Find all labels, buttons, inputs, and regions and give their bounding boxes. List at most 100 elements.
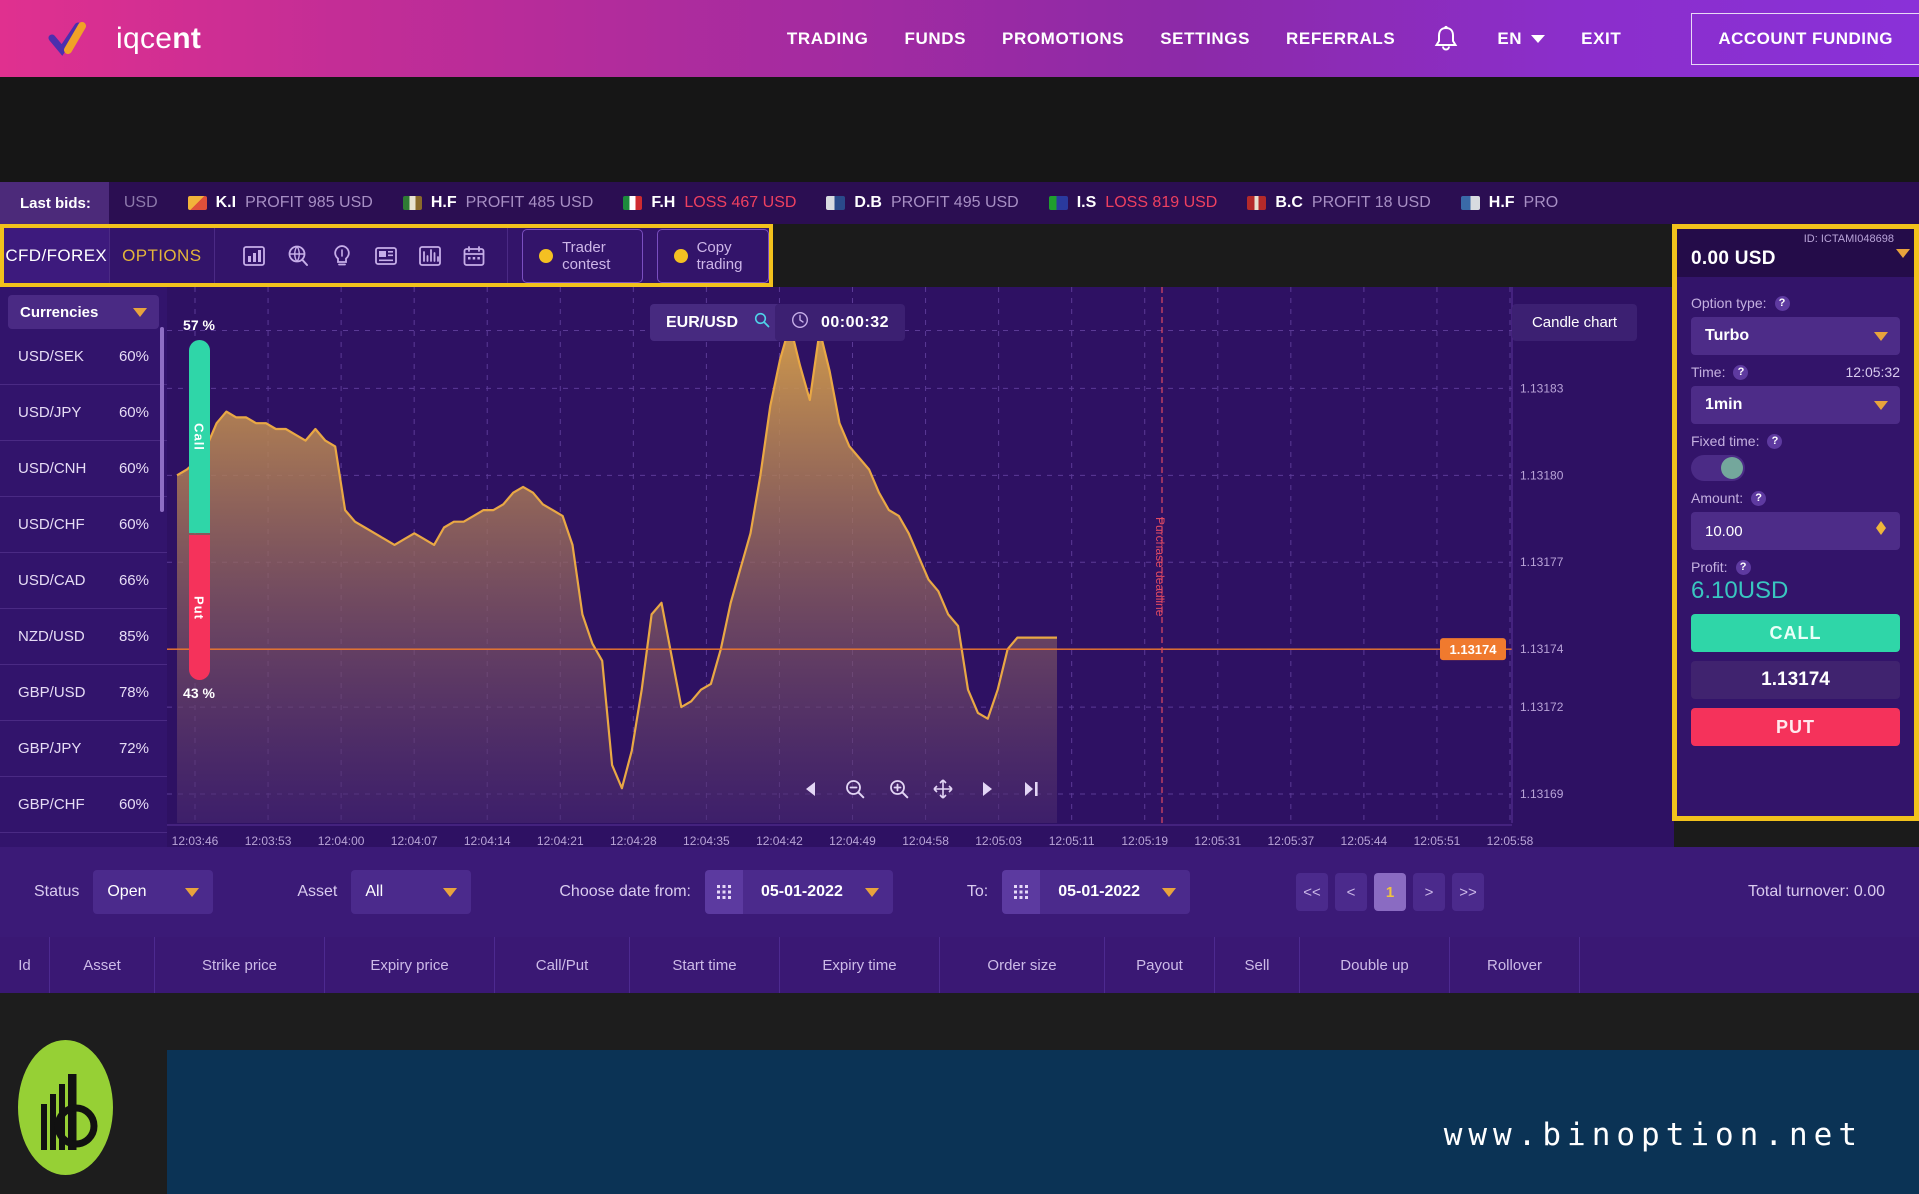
time-label: Time: <box>1691 364 1725 380</box>
indicators-icon[interactable] <box>417 243 443 269</box>
account-funding-button[interactable]: ACCOUNT FUNDING <box>1691 13 1919 65</box>
amount-row: Amount: ? <box>1691 490 1900 506</box>
flag-icon <box>1461 196 1480 210</box>
candle-chart-button[interactable]: Candle chart <box>1512 304 1637 341</box>
date-from-field[interactable]: 05-01-2022 <box>705 870 893 914</box>
list-item[interactable]: GBP/JPY72% <box>0 721 167 777</box>
amount-label: Amount: <box>1691 490 1743 506</box>
list-item[interactable]: USD/CHF60% <box>0 497 167 553</box>
list-item[interactable]: GBP/USD78% <box>0 665 167 721</box>
page-1-button[interactable]: 1 <box>1374 873 1406 911</box>
bell-icon[interactable] <box>1431 23 1461 55</box>
page-next-button[interactable]: > <box>1413 873 1445 911</box>
help-icon[interactable]: ? <box>1767 434 1782 449</box>
help-icon[interactable]: ? <box>1733 365 1748 380</box>
asset-payout: 66% <box>119 572 149 589</box>
play-icon[interactable] <box>975 777 999 801</box>
asset-list: USD/SEK60% USD/JPY60% USD/CNH60% USD/CHF… <box>0 329 167 833</box>
countdown-value: 00:00:32 <box>821 314 889 332</box>
help-icon[interactable]: ? <box>1736 560 1751 575</box>
search-icon[interactable] <box>754 312 770 333</box>
news-icon[interactable] <box>373 243 399 269</box>
tab-options[interactable]: OPTIONS <box>110 228 216 283</box>
status-select[interactable]: Open <box>93 870 213 914</box>
amount-value: 10.00 <box>1705 523 1743 540</box>
brand-name: iqcent <box>116 22 201 56</box>
page-first-button[interactable]: << <box>1296 873 1328 911</box>
total-turnover: Total turnover: 0.00 <box>1748 883 1885 901</box>
svg-text:12:04:49: 12:04:49 <box>829 834 876 847</box>
ticker-item: H.F PROFIT 485 USD <box>388 194 609 212</box>
nav-promotions[interactable]: PROMOTIONS <box>1002 29 1124 49</box>
pagination: << < 1 > >> <box>1296 873 1484 911</box>
calendar-icon[interactable] <box>1002 870 1040 914</box>
zoom-in-icon[interactable] <box>887 777 911 801</box>
stepper-icon[interactable] <box>1874 519 1888 543</box>
page-last-button[interactable]: >> <box>1452 873 1484 911</box>
list-item[interactable]: USD/CNH60% <box>0 441 167 497</box>
svg-text:Purchase deadline: Purchase deadline <box>1153 517 1167 617</box>
calendar-icon[interactable] <box>461 243 487 269</box>
nav-referrals[interactable]: REFERRALS <box>1286 29 1395 49</box>
globe-search-icon[interactable] <box>285 243 311 269</box>
date-from-input[interactable]: 05-01-2022 <box>743 870 893 914</box>
list-item[interactable]: USD/SEK60% <box>0 329 167 385</box>
asset-sidebar: Currencies USD/SEK60% USD/JPY60% USD/CNH… <box>0 287 167 847</box>
crosshair-move-icon[interactable] <box>931 777 955 801</box>
copy-trading-button[interactable]: Copy trading <box>657 229 769 283</box>
chevron-down-icon <box>133 308 147 317</box>
svg-text:12:04:14: 12:04:14 <box>464 834 511 847</box>
trade-form: Option type: ? Turbo Time: ? 12:05:32 1m… <box>1677 277 1914 746</box>
symbol-selector[interactable]: EUR/USD <box>650 304 786 341</box>
chevron-down-icon[interactable] <box>1896 249 1910 258</box>
zoom-out-icon[interactable] <box>843 777 867 801</box>
list-item[interactable]: GBP/CHF60% <box>0 777 167 833</box>
asset-pair: USD/CHF <box>18 516 85 533</box>
date-to-label: To: <box>967 883 988 901</box>
help-icon[interactable]: ? <box>1751 491 1766 506</box>
account-summary[interactable]: 0.00 USD ID: ICTAMI048698 <box>1677 229 1914 277</box>
page-prev-button[interactable]: < <box>1335 873 1367 911</box>
date-to-input[interactable]: 05-01-2022 <box>1040 870 1190 914</box>
currencies-dropdown[interactable]: Currencies <box>8 295 159 329</box>
tab-cfd-forex[interactable]: CFD/FOREX <box>4 228 110 283</box>
current-price-button[interactable]: 1.13174 <box>1691 661 1900 699</box>
skip-end-icon[interactable] <box>1019 777 1043 801</box>
list-item[interactable]: USD/JPY60% <box>0 385 167 441</box>
chart-bar-icon[interactable] <box>241 243 267 269</box>
nav-settings[interactable]: SETTINGS <box>1160 29 1250 49</box>
svg-text:12:05:37: 12:05:37 <box>1267 834 1314 847</box>
list-item[interactable]: USD/CAD66% <box>0 553 167 609</box>
option-type-select[interactable]: Turbo <box>1691 317 1900 355</box>
countdown-timer[interactable]: 00:00:32 <box>775 304 905 341</box>
call-button[interactable]: CALL <box>1691 614 1900 652</box>
alert-bulb-icon[interactable] <box>329 243 355 269</box>
play-back-icon[interactable] <box>799 777 823 801</box>
coin-icon <box>539 249 553 263</box>
brand-logo[interactable]: iqcent <box>48 22 201 56</box>
nav-funds[interactable]: FUNDS <box>904 29 966 49</box>
orders-table-header: Id Asset Strike price Expiry price Call/… <box>0 937 1919 993</box>
asset-filter-value: All <box>365 883 383 901</box>
svg-text:12:05:11: 12:05:11 <box>1049 834 1095 847</box>
put-button[interactable]: PUT <box>1691 708 1900 746</box>
duration-select[interactable]: 1min <box>1691 386 1900 424</box>
amount-input[interactable]: 10.00 <box>1691 512 1900 550</box>
chevron-down-icon <box>185 888 199 897</box>
date-to-field[interactable]: 05-01-2022 <box>1002 870 1190 914</box>
exit-button[interactable]: EXIT <box>1581 29 1621 49</box>
sidebar-scrollbar[interactable] <box>160 327 164 512</box>
col-asset: Asset <box>50 937 155 993</box>
list-item[interactable]: NZD/USD85% <box>0 609 167 665</box>
nav-trading[interactable]: TRADING <box>787 29 869 49</box>
option-type-row: Option type: ? <box>1691 295 1900 311</box>
col-payout: Payout <box>1105 937 1215 993</box>
price-chart[interactable]: 1.131851.131831.131801.131771.131741.131… <box>167 287 1674 847</box>
help-icon[interactable]: ? <box>1775 296 1790 311</box>
fixed-time-toggle[interactable] <box>1691 455 1745 481</box>
profit-label: Profit: <box>1691 559 1728 575</box>
asset-filter-select[interactable]: All <box>351 870 471 914</box>
calendar-icon[interactable] <box>705 870 743 914</box>
trader-contest-button[interactable]: Trader contest <box>522 229 643 283</box>
language-selector[interactable]: EN <box>1497 29 1545 49</box>
